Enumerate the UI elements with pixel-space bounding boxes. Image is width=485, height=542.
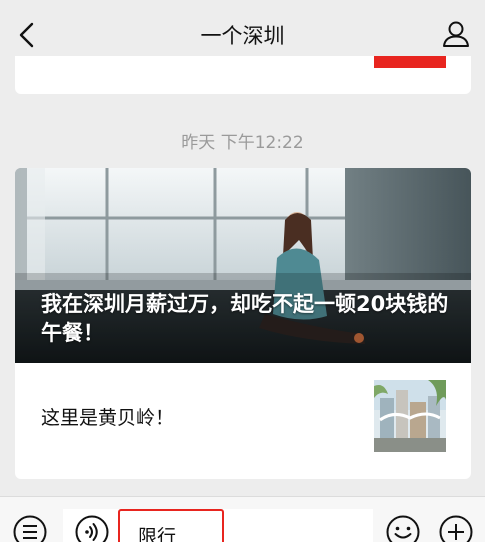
page-title: 一个深圳 bbox=[200, 24, 285, 48]
article-sub-title: 这里是黄贝岭！ bbox=[41, 407, 175, 429]
article-card: 我在深圳月薪过万，却吃不起一顿20块钱的午餐！ 这里是黄贝岭！ bbox=[15, 168, 471, 479]
menu-item-label: 限行 bbox=[138, 526, 177, 542]
message-timestamp: 昨天 下午12:22 bbox=[181, 133, 304, 153]
previous-article-thumbnail bbox=[374, 56, 446, 68]
user-icon[interactable] bbox=[441, 19, 471, 49]
plus-icon[interactable] bbox=[438, 514, 474, 542]
article-sub-thumbnail bbox=[374, 380, 446, 452]
emoji-icon[interactable] bbox=[385, 514, 421, 542]
list-icon[interactable] bbox=[12, 514, 48, 542]
previous-article-card[interactable] bbox=[15, 56, 471, 94]
article-cover-title: 我在深圳月薪过万，却吃不起一顿20块钱的午餐！ bbox=[41, 292, 449, 345]
menu-item-restriction[interactable]: 限行 bbox=[118, 509, 224, 542]
article-sub-item[interactable]: 这里是黄贝岭！ bbox=[15, 363, 471, 479]
article-cover[interactable]: 我在深圳月薪过万，却吃不起一顿20块钱的午餐！ bbox=[15, 168, 471, 363]
voice-icon[interactable] bbox=[74, 514, 110, 542]
